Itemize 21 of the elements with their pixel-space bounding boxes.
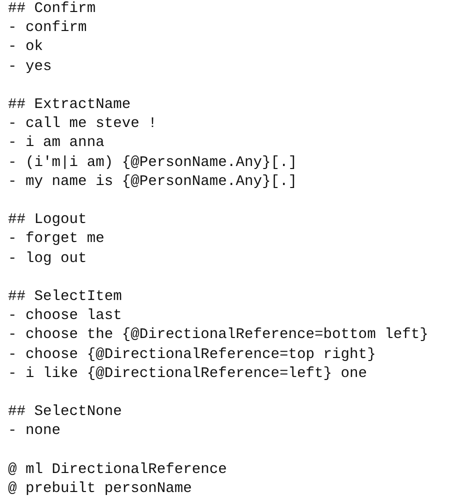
text-line: - call me steve ! — [8, 115, 157, 134]
text-line: - confirm — [8, 19, 87, 38]
section-heading: ## Logout — [8, 211, 87, 230]
text-line: - yes — [8, 58, 52, 77]
text-line: - choose the {@DirectionalReference=bottom left} — [8, 326, 428, 346]
section-heading: ## SelectItem — [8, 288, 122, 307]
text-line: - i like {@DirectionalReference=left} one — [8, 364, 368, 384]
text-line: - choose last — [8, 307, 122, 326]
text-line: - i am anna — [8, 134, 104, 154]
text-line: @ ml DirectionalReference — [8, 460, 227, 480]
text-line: - my name is {@PersonName.Any}[.] — [8, 172, 298, 192]
section-heading: ## ExtractName — [8, 96, 131, 115]
text-line: - choose {@DirectionalReference=top right} — [8, 346, 376, 365]
text-line: - forget me — [8, 230, 104, 250]
text-line: - log out — [8, 250, 87, 269]
section-heading: ## SelectNone — [8, 403, 122, 422]
text-line: - none — [8, 422, 61, 442]
text-line: - ok — [8, 38, 44, 58]
text-line: - (i'm|i am) {@PersonName.Any}[.] — [8, 154, 298, 173]
text-line: @ prebuilt personName — [8, 480, 192, 499]
section-heading: ## Confirm — [8, 0, 96, 19]
